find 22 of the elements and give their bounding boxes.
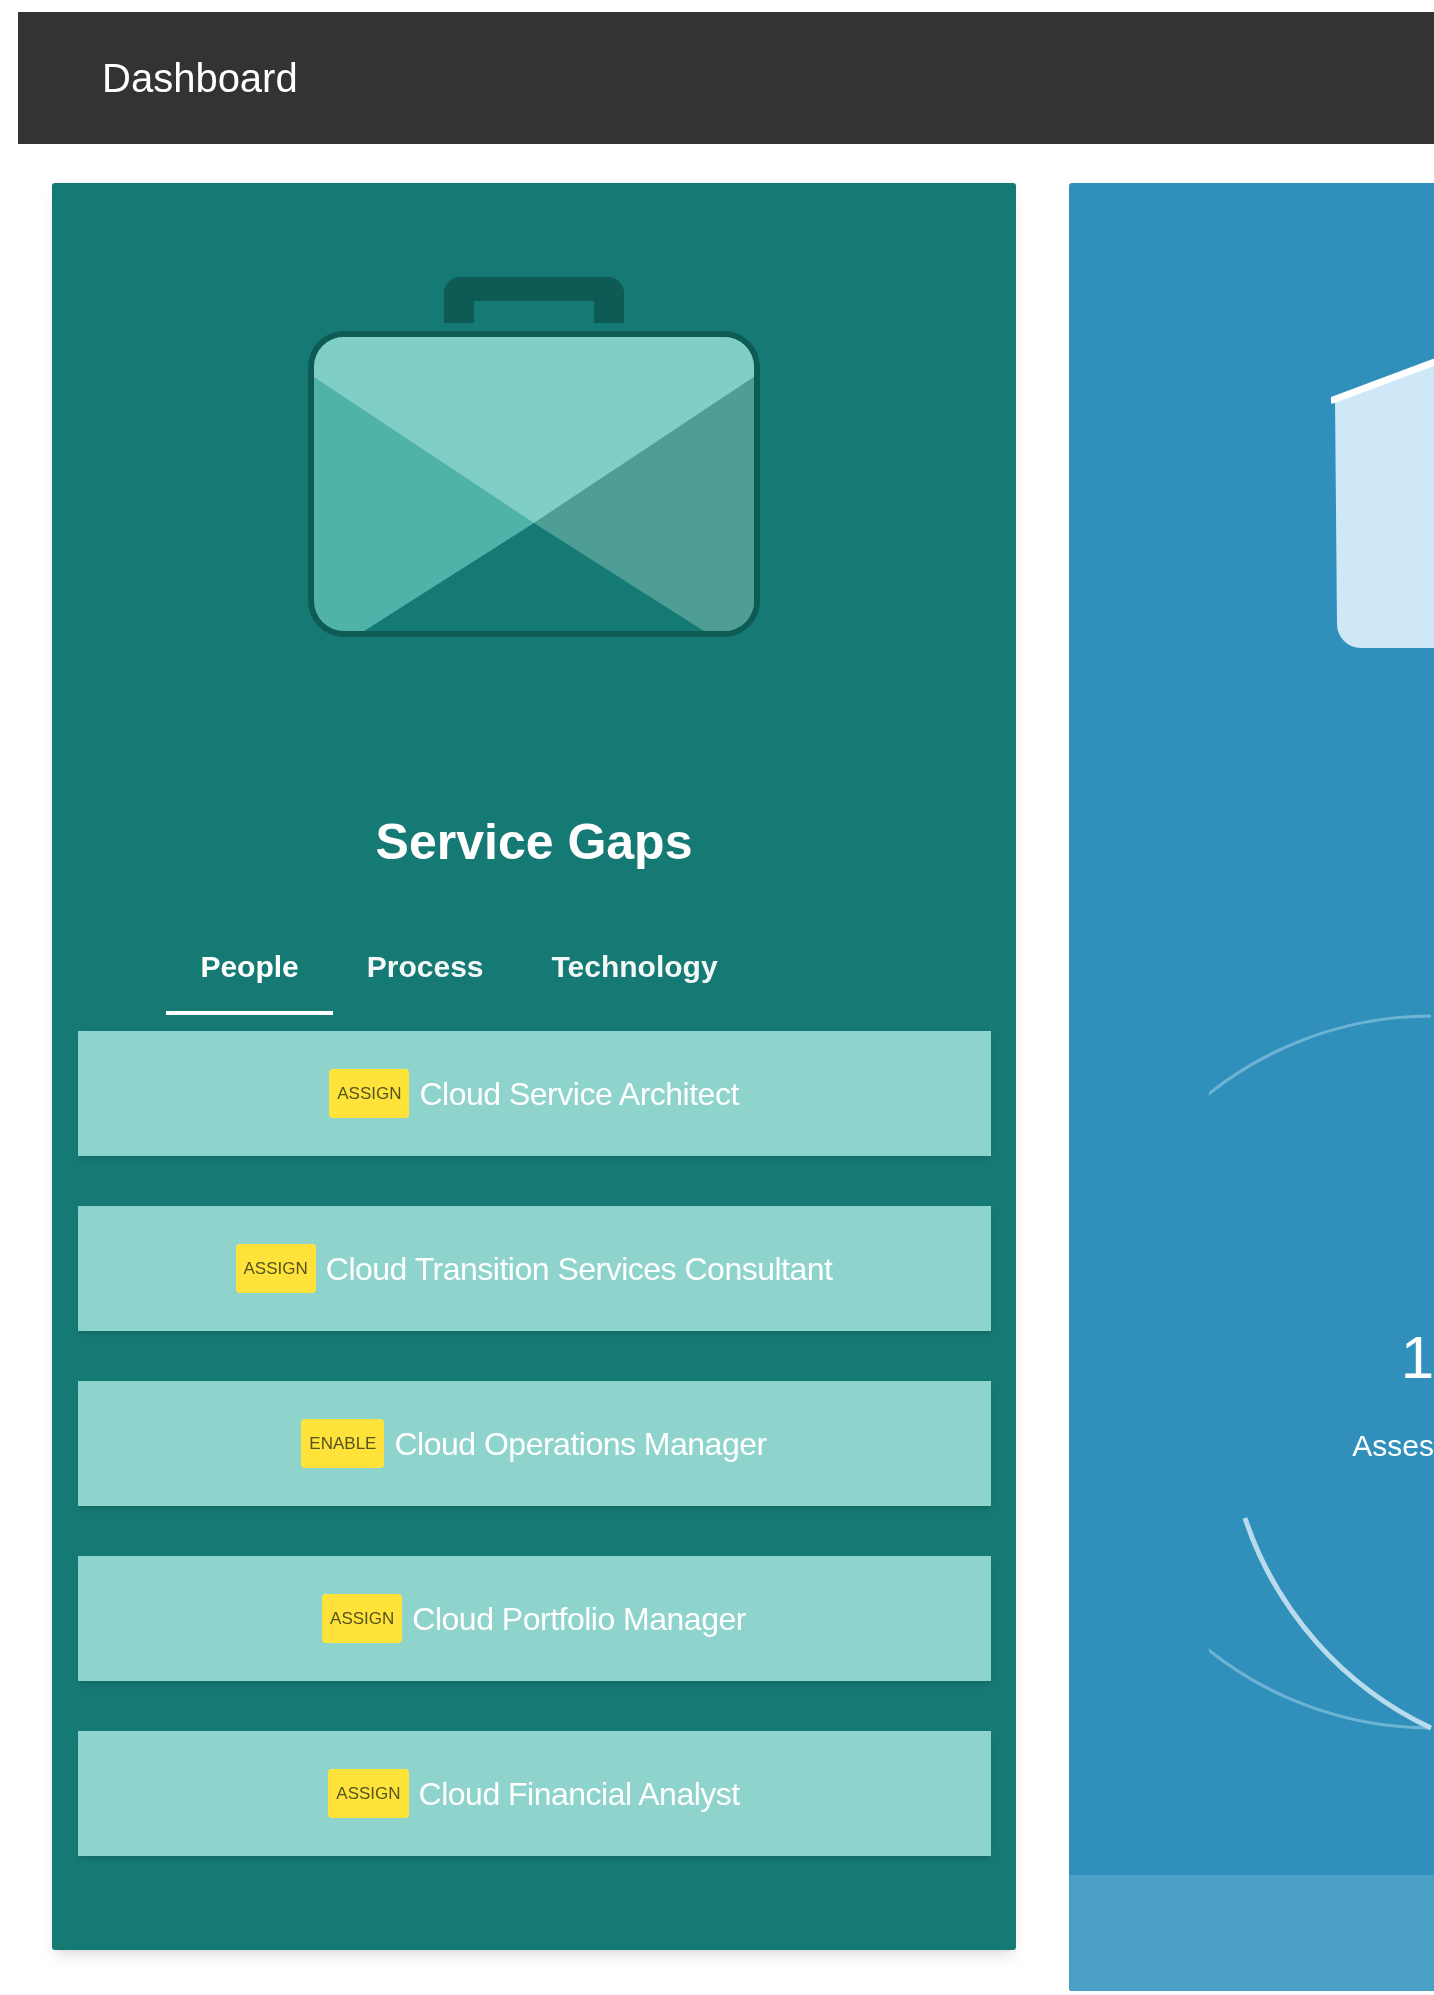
action-badge[interactable]: ASSIGN: [328, 1768, 409, 1819]
action-badge[interactable]: ASSIGN: [235, 1243, 316, 1294]
action-badge[interactable]: ENABLE: [301, 1418, 385, 1469]
page-title: Dashboard: [102, 55, 298, 102]
score-value: 1: [1400, 1323, 1434, 1393]
role-label: Cloud Service Architect: [419, 1074, 739, 1114]
role-label: Cloud Portfolio Manager: [412, 1599, 746, 1639]
role-label: Cloud Transition Services Consultant: [325, 1249, 833, 1289]
score-caption: Asses: [1352, 1428, 1434, 1464]
gap-item[interactable]: ASSIGN Cloud Financial Analyst: [77, 1731, 991, 1856]
gap-item[interactable]: ENABLE Cloud Operations Manager: [77, 1381, 991, 1506]
gap-item[interactable]: ASSIGN Cloud Portfolio Manager: [77, 1556, 991, 1681]
category-tab[interactable]: People: [166, 930, 333, 1015]
gap-item[interactable]: ASSIGN Cloud Service Architect: [77, 1031, 991, 1156]
action-badge[interactable]: ASSIGN: [322, 1593, 403, 1644]
card-title: Service Gaps: [375, 813, 693, 872]
role-label: Cloud Financial Analyst: [418, 1774, 740, 1814]
category-tab[interactable]: Process: [332, 930, 518, 1015]
gap-item[interactable]: ASSIGN Cloud Transition Services Consultant: [77, 1206, 991, 1331]
role-label: Cloud Operations Manager: [394, 1424, 767, 1464]
category-tab[interactable]: Technology: [517, 930, 752, 1015]
action-badge[interactable]: ASSIGN: [329, 1068, 410, 1119]
